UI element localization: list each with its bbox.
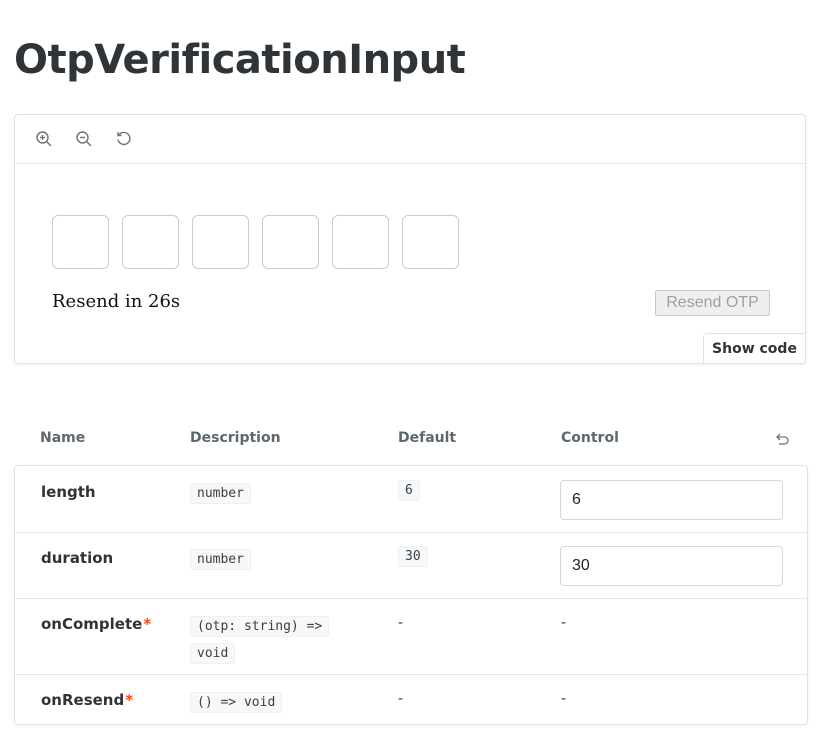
otp-digit-input[interactable]: [122, 215, 179, 269]
arg-name: length: [41, 483, 96, 501]
arg-type: () => void: [190, 688, 350, 715]
arg-default: -: [398, 615, 404, 631]
arg-default: 30: [398, 545, 428, 567]
reset-zoom-icon[interactable]: [111, 126, 137, 152]
arg-default: 6: [398, 479, 420, 501]
otp-digit-input[interactable]: [402, 215, 459, 269]
table-row: duration number 30: [15, 533, 807, 599]
arg-name: onComplete*: [41, 615, 152, 633]
header-control: Control: [561, 430, 619, 446]
table-row: onResend* () => void - -: [15, 675, 807, 724]
length-control-input[interactable]: [560, 480, 783, 520]
otp-input-group: [52, 215, 459, 269]
arg-type: (otp: string) => void: [190, 612, 350, 666]
table-row: onComplete* (otp: string) => void - -: [15, 599, 807, 675]
zoom-in-icon[interactable]: [31, 126, 57, 152]
undo-icon[interactable]: [774, 431, 790, 447]
otp-digit-input[interactable]: [192, 215, 249, 269]
show-code-button[interactable]: Show code: [703, 333, 806, 364]
arg-type: number: [190, 545, 350, 572]
arg-type: number: [190, 479, 350, 506]
page-title: OtpVerificationInput: [14, 37, 466, 83]
zoom-out-icon[interactable]: [71, 126, 97, 152]
arg-control: -: [561, 615, 567, 631]
arg-name: duration: [41, 549, 114, 567]
resend-countdown: Resend in 26s: [52, 291, 181, 312]
preview-toolbar: [15, 115, 805, 164]
resend-otp-button[interactable]: Resend OTP: [655, 290, 770, 316]
header-default: Default: [398, 430, 457, 446]
duration-control-input[interactable]: [560, 546, 783, 586]
arg-default: -: [398, 691, 404, 707]
otp-digit-input[interactable]: [262, 215, 319, 269]
arg-name: onResend*: [41, 691, 134, 709]
table-row: length number 6: [15, 466, 807, 533]
header-name: Name: [40, 430, 86, 446]
required-marker: *: [143, 615, 152, 633]
header-description: Description: [190, 430, 281, 446]
otp-digit-input[interactable]: [332, 215, 389, 269]
args-table: length number 6 duration number 30 onCom…: [14, 465, 808, 725]
args-table-header: Name Description Default Control: [14, 430, 808, 452]
otp-digit-input[interactable]: [52, 215, 109, 269]
component-preview: Resend in 26s Resend OTP Show code: [14, 114, 806, 364]
required-marker: *: [125, 691, 134, 709]
arg-control: -: [561, 691, 567, 707]
